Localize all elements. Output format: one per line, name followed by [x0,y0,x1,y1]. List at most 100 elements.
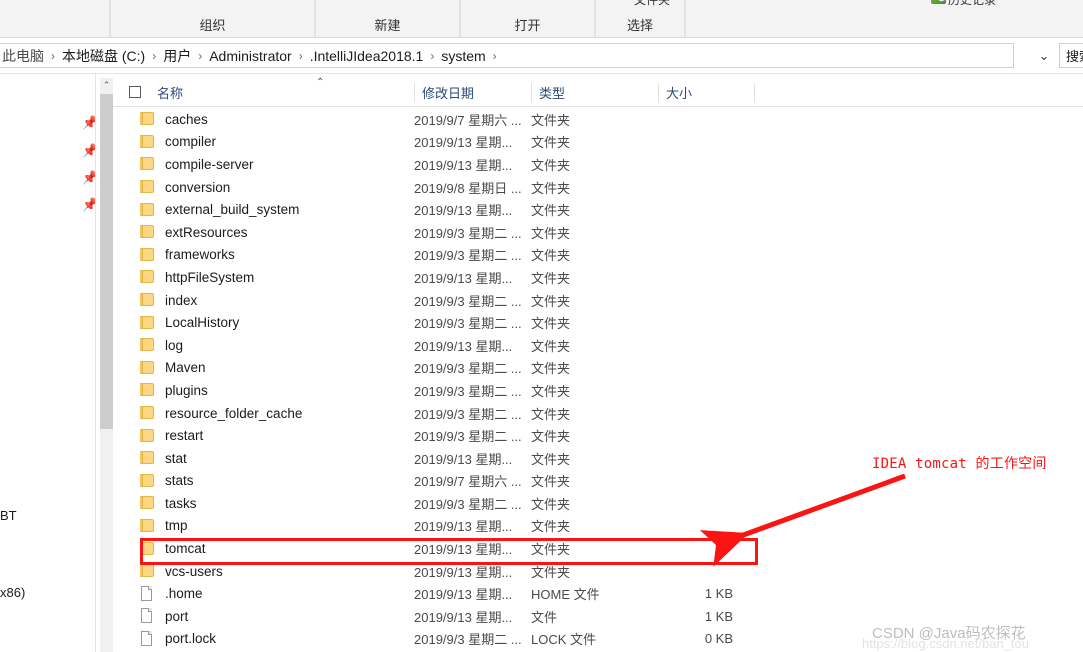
file-date-cell: 2019/9/13 星期... [414,451,513,467]
table-row[interactable]: tmp 2019/9/13 星期... 文件夹 [113,515,1083,538]
table-row[interactable]: compiler 2019/9/13 星期... 文件夹 [113,131,1083,154]
table-row[interactable]: LocalHistory 2019/9/3 星期二 ... 文件夹 [113,311,1083,334]
file-type-cell: 文件夹 [531,203,571,219]
table-row[interactable]: external_build_system 2019/9/13 星期... 文件夹 [113,198,1083,221]
table-row[interactable]: tomcat 2019/9/13 星期... 文件夹 [113,537,1083,560]
file-name-cell[interactable]: resource_folder_cache [113,406,302,421]
ribbon-group-clipboard[interactable] [0,0,110,38]
breadcrumb[interactable]: 此电脑 › 本地磁盘 (C:) › 用户 › Administrator › .… [0,43,1014,68]
pin-icon[interactable]: 📌 [82,116,96,129]
file-name-label: tmp [165,518,188,534]
file-name-cell[interactable]: compile-server [113,157,254,172]
file-name-cell[interactable]: Maven [113,360,206,375]
file-name-cell[interactable]: extResources [113,225,248,240]
file-name-label: tasks [165,495,197,511]
table-row[interactable]: port 2019/9/13 星期... 文件 1 KB [113,605,1083,628]
ribbon-group-organize[interactable]: 组织 [110,0,315,38]
file-name-cell[interactable]: stats [113,473,194,488]
column-header-size[interactable]: 大小 [658,78,753,106]
table-row[interactable]: httpFileSystem 2019/9/13 星期... 文件夹 [113,266,1083,289]
table-row[interactable]: port.lock 2019/9/3 星期二 ... LOCK 文件 0 KB [113,628,1083,651]
file-list[interactable]: caches 2019/9/7 星期六 ... 文件夹 compiler 2019/9/… [113,108,1083,652]
pin-icon[interactable]: 📌 [82,144,96,157]
folder-icon [140,518,156,533]
navigation-pane[interactable]: 📌 📌 📌 📌 BT x86) [0,74,96,652]
table-row[interactable]: index 2019/9/3 星期二 ... 文件夹 [113,289,1083,312]
table-row[interactable]: Maven 2019/9/3 星期二 ... 文件夹 [113,357,1083,380]
nav-item-fragment-bt[interactable]: BT [0,508,17,523]
file-name-cell[interactable]: log [113,338,183,353]
file-name-cell[interactable]: port.lock [113,630,216,646]
table-row[interactable]: compile-server 2019/9/13 星期... 文件夹 [113,153,1083,176]
table-row[interactable]: vcs-users 2019/9/13 星期... 文件夹 [113,560,1083,583]
chevron-down-icon[interactable]: ⌄ [1031,43,1057,68]
file-name-cell[interactable]: restart [113,428,203,443]
ribbon-empty-area [685,0,1083,38]
file-type-cell: 文件夹 [531,338,571,354]
file-name-label: LocalHistory [165,315,240,331]
pin-icon[interactable]: 📌 [82,171,96,184]
file-name-cell[interactable]: tasks [113,496,197,511]
file-icon [140,608,156,624]
breadcrumb-item-administrator[interactable]: Administrator [204,45,296,67]
search-input[interactable]: 搜索 [1059,43,1083,68]
file-size-cell: 0 KB [704,631,733,647]
file-name-cell[interactable]: frameworks [113,247,235,262]
table-row[interactable]: caches 2019/9/7 星期六 ... 文件夹 [113,108,1083,131]
file-name-label: restart [165,428,204,444]
folder-icon [140,406,156,420]
table-row[interactable]: conversion 2019/9/8 星期日 ... 文件夹 [113,176,1083,199]
file-name-cell[interactable]: httpFileSystem [113,270,254,285]
breadcrumb-item-users[interactable]: 用户 [158,45,196,67]
file-name-cell[interactable]: index [113,293,197,308]
file-name-cell[interactable]: plugins [113,383,208,398]
file-name-cell[interactable]: port [113,608,188,624]
file-date-cell: 2019/9/13 星期... [414,564,513,580]
table-row[interactable]: frameworks 2019/9/3 星期二 ... 文件夹 [113,244,1083,267]
scroll-up-arrow-icon[interactable]: ⌃ [100,78,113,93]
file-name-cell[interactable]: conversion [113,180,230,195]
column-header-name[interactable]: 名称 [149,78,414,106]
file-date-cell: 2019/9/13 星期... [414,519,513,535]
ribbon-group-new[interactable]: 文件夹 新建 [315,0,670,38]
file-name-cell[interactable]: external_build_system [113,202,299,217]
file-type-cell: 文件夹 [531,157,571,173]
file-size-cell: 1 KB [704,586,733,602]
file-name-cell[interactable]: .home [113,585,203,601]
file-name-cell[interactable]: caches [113,112,208,127]
table-row[interactable]: extResources 2019/9/3 星期二 ... 文件夹 [113,221,1083,244]
file-date-cell: 2019/9/3 星期二 ... [414,496,522,512]
file-name-cell[interactable]: compiler [113,134,216,149]
select-all-checkbox[interactable] [129,86,141,98]
file-date-cell: 2019/9/13 星期... [414,587,513,603]
table-row[interactable]: log 2019/9/13 星期... 文件夹 [113,334,1083,357]
breadcrumb-item-local-disk[interactable]: 本地磁盘 (C:) [57,45,150,67]
table-row[interactable]: .home 2019/9/13 星期... HOME 文件 1 KB [113,582,1083,605]
file-name-cell[interactable]: tomcat [113,541,206,556]
file-date-cell: 2019/9/3 星期二 ... [414,248,522,264]
file-name-cell[interactable]: vcs-users [113,564,223,579]
file-date-cell: 2019/9/13 星期... [414,135,513,151]
vertical-scrollbar[interactable]: ⌃ [100,78,113,652]
breadcrumb-item-intellijidea[interactable]: .IntelliJIdea2018.1 [305,45,429,67]
file-name-cell[interactable]: LocalHistory [113,315,239,330]
nav-item-fragment-x86[interactable]: x86) [0,585,25,600]
breadcrumb-item-this-pc[interactable]: 此电脑 [0,45,49,67]
column-header-date-modified[interactable]: 修改日期 [414,78,531,106]
pin-icon[interactable]: 📌 [82,198,96,211]
ribbon-group-select-label: 选择 [626,18,653,33]
table-row[interactable]: restart 2019/9/3 星期二 ... 文件夹 [113,424,1083,447]
ribbon-group-open[interactable]: 历史记录 打开 [460,0,996,38]
file-date-cell: 2019/9/7 星期六 ... [414,474,522,490]
table-row[interactable]: resource_folder_cache 2019/9/3 星期二 ... 文件夹 [113,402,1083,425]
table-row[interactable]: tasks 2019/9/3 星期二 ... 文件夹 [113,492,1083,515]
scrollbar-thumb[interactable] [100,94,113,429]
table-row[interactable]: stats 2019/9/7 星期六 ... 文件夹 [113,470,1083,493]
ribbon-group-select[interactable]: 选择 [595,0,685,38]
table-row[interactable]: stat 2019/9/13 星期... 文件夹 [113,447,1083,470]
breadcrumb-item-system[interactable]: system [436,45,490,67]
file-name-cell[interactable]: stat [113,451,187,466]
table-row[interactable]: plugins 2019/9/3 星期二 ... 文件夹 [113,379,1083,402]
file-name-cell[interactable]: tmp [113,518,188,533]
column-header-type[interactable]: 类型 [531,78,658,106]
